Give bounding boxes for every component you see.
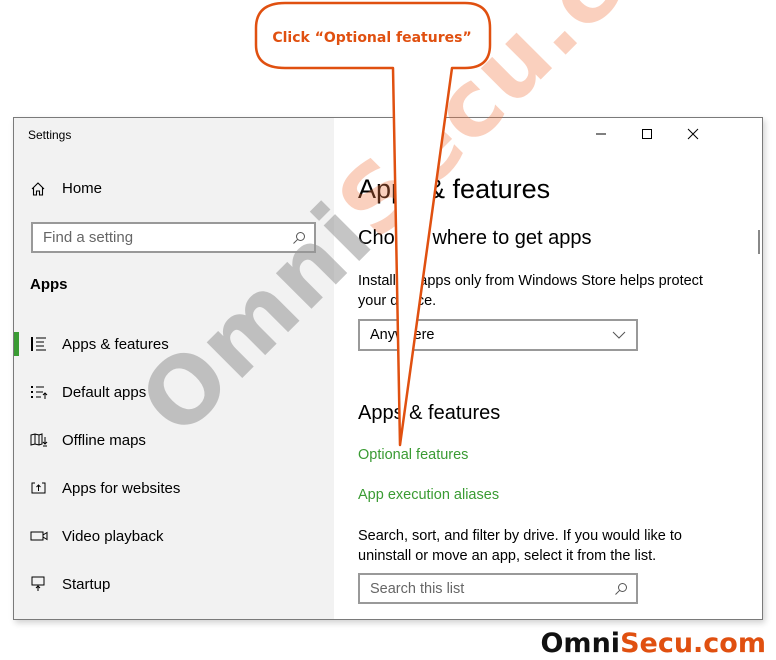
sidebar-item-label: Default apps bbox=[62, 383, 147, 401]
sidebar-item-apps-websites[interactable]: Apps for websites bbox=[14, 464, 334, 512]
default-apps-icon bbox=[31, 386, 48, 399]
sidebar-item-label: Offline maps bbox=[62, 431, 146, 449]
apps-features-heading: Apps & features bbox=[358, 402, 501, 424]
search-icon bbox=[293, 231, 305, 244]
sidebar-item-label: Apps for websites bbox=[62, 479, 181, 497]
settings-window: Settings Home Find a setting Apps Apps &… bbox=[13, 117, 763, 620]
sidebar-item-default-apps[interactable]: Default apps bbox=[14, 368, 334, 416]
apps-websites-icon bbox=[31, 482, 46, 494]
brand-logo: OmniSecu.com bbox=[540, 628, 766, 659]
maximize-icon bbox=[642, 129, 652, 139]
app-source-dropdown[interactable]: Anywhere bbox=[358, 319, 638, 351]
find-setting-placeholder: Find a setting bbox=[43, 229, 134, 246]
maximize-button[interactable] bbox=[624, 118, 670, 150]
list-description: Search, sort, and filter by drive. If yo… bbox=[358, 528, 682, 564]
choose-apps-heading: Choose where to get apps bbox=[358, 227, 592, 249]
sidebar-item-offline-maps[interactable]: Offline maps bbox=[14, 416, 334, 464]
app-execution-aliases-link[interactable]: App execution aliases bbox=[358, 487, 499, 503]
offline-maps-icon bbox=[30, 433, 48, 447]
brand-part1: Omni bbox=[540, 628, 621, 659]
dropdown-value: Anywhere bbox=[370, 327, 435, 343]
choose-apps-description: Installing apps only from Windows Store … bbox=[358, 273, 703, 309]
close-icon bbox=[687, 128, 699, 140]
minimize-icon bbox=[596, 133, 606, 135]
sidebar-item-apps-features[interactable]: Apps & features bbox=[14, 320, 334, 368]
callout-text: Click “Optional features” bbox=[272, 30, 472, 46]
search-icon bbox=[615, 582, 627, 595]
home-icon bbox=[31, 181, 45, 196]
brand-part2: Secu.com bbox=[620, 628, 766, 659]
window-title: Settings bbox=[28, 128, 72, 142]
close-button[interactable] bbox=[670, 118, 716, 150]
search-list-placeholder: Search this list bbox=[370, 580, 465, 597]
minimize-button[interactable] bbox=[578, 118, 624, 150]
find-setting-input[interactable]: Find a setting bbox=[31, 222, 316, 253]
scrollbar-thumb[interactable] bbox=[758, 230, 760, 254]
section-heading-apps: Apps bbox=[30, 276, 68, 293]
startup-icon bbox=[31, 576, 45, 591]
apps-features-icon bbox=[31, 337, 46, 351]
chevron-down-icon bbox=[612, 331, 626, 339]
sidebar-nav: Apps & features Default apps Offline map… bbox=[14, 320, 334, 608]
optional-features-link[interactable]: Optional features bbox=[358, 447, 468, 463]
sidebar-item-label: Startup bbox=[62, 575, 111, 593]
video-playback-icon bbox=[30, 531, 48, 541]
page-title: Apps & features bbox=[358, 174, 551, 204]
sidebar-item-video-playback[interactable]: Video playback bbox=[14, 512, 334, 560]
selection-indicator bbox=[14, 332, 19, 356]
content-pane: Apps & features Choose where to get apps… bbox=[334, 118, 762, 619]
sidebar-item-startup[interactable]: Startup bbox=[14, 560, 334, 608]
sidebar-home[interactable]: Home bbox=[30, 180, 102, 197]
sidebar-item-label: Apps & features bbox=[62, 335, 169, 353]
search-list-input[interactable]: Search this list bbox=[358, 573, 638, 604]
sidebar: Settings Home Find a setting Apps Apps &… bbox=[14, 118, 334, 619]
sidebar-item-label: Video playback bbox=[62, 527, 164, 545]
home-label: Home bbox=[62, 180, 103, 197]
